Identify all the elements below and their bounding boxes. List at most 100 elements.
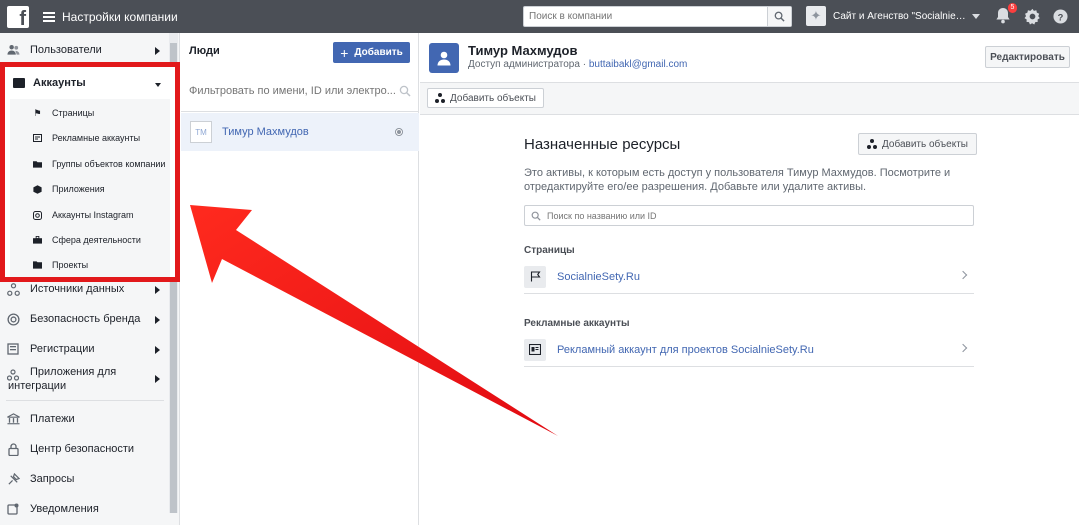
user-avatar-icon bbox=[429, 43, 459, 73]
sidebar-item-notifications[interactable]: Уведомления bbox=[6, 499, 99, 519]
chevron-right-icon bbox=[958, 270, 968, 280]
assets-icon bbox=[867, 139, 877, 149]
add-objects-label: Добавить объекты bbox=[882, 138, 968, 150]
person-list-item[interactable]: TM Тимур Махмудов bbox=[181, 113, 419, 151]
instagram-icon bbox=[33, 210, 42, 220]
detail-toolbar: Добавить объекты bbox=[420, 83, 1079, 115]
requests-icon bbox=[6, 472, 20, 486]
person-role: Доступ администратора bbox=[468, 59, 580, 70]
sidebar-item-payments[interactable]: Платежи bbox=[6, 409, 75, 429]
search-icon bbox=[531, 211, 541, 221]
search-button[interactable] bbox=[767, 7, 791, 26]
chevron-right-icon bbox=[155, 316, 160, 324]
notifications-button[interactable]: 5 bbox=[995, 3, 1017, 25]
sidebar-divider bbox=[6, 400, 164, 401]
people-column: Люди + Добавить TM Тимур Махмудов bbox=[181, 33, 419, 525]
ad-accounts-group-title: Рекламные аккаунты bbox=[524, 318, 630, 329]
sidebar-subitem-asset-groups[interactable]: Группы объектов компании bbox=[33, 156, 165, 172]
sidebar-item-label-continued: интеграции bbox=[8, 380, 67, 392]
sidebar-item-label: Пользователи bbox=[30, 44, 102, 56]
facebook-logo-icon[interactable]: f bbox=[7, 5, 29, 30]
resource-name: SocialnieSety.Ru bbox=[557, 270, 640, 283]
sidebar-item-brand-safety[interactable]: Безопасность бренда bbox=[6, 309, 140, 329]
project-folder-icon bbox=[33, 261, 42, 270]
sidebar-item-data-sources[interactable]: Источники данных bbox=[6, 279, 124, 299]
company-search[interactable] bbox=[523, 6, 792, 27]
section-title: Назначенные ресурсы bbox=[524, 136, 681, 153]
sidebar-item-label: Центр безопасности bbox=[30, 443, 135, 455]
person-title: Тимур Махмудов bbox=[468, 43, 578, 58]
edit-button[interactable]: Редактировать bbox=[985, 46, 1070, 68]
person-subtitle: Доступ администратора · buttaibakl@gmail… bbox=[468, 59, 687, 70]
chevron-right-icon bbox=[958, 343, 968, 353]
briefcase-icon bbox=[13, 78, 25, 88]
resource-search[interactable] bbox=[524, 205, 974, 226]
sidebar-subitem-pages[interactable]: ⚑ Страницы bbox=[33, 105, 94, 121]
sidebar-subitem-instagram[interactable]: Аккаунты Instagram bbox=[33, 207, 134, 223]
registrations-icon bbox=[6, 342, 20, 356]
gear-icon[interactable] bbox=[1023, 7, 1041, 25]
sidebar-subitem-label: Страницы bbox=[52, 108, 95, 118]
sidebar-subitem-projects[interactable]: Проекты bbox=[33, 257, 88, 273]
separator-dot: · bbox=[579, 59, 589, 70]
chevron-right-icon bbox=[155, 47, 160, 55]
resource-row-page[interactable]: SocialnieSety.Ru bbox=[524, 260, 974, 294]
help-icon[interactable]: ? bbox=[1051, 7, 1069, 25]
sidebar-subitem-apps[interactable]: Приложения bbox=[33, 181, 105, 197]
sidebar-subitem-label: Сфера деятельности bbox=[52, 235, 141, 245]
sidebar-item-security-center[interactable]: Центр безопасности bbox=[6, 439, 134, 459]
chevron-down-icon bbox=[155, 83, 161, 87]
flag-icon: ⚑ bbox=[33, 107, 42, 118]
briefcase-icon bbox=[33, 236, 42, 245]
svg-text:?: ? bbox=[1057, 12, 1063, 22]
people-filter-input[interactable] bbox=[189, 85, 399, 97]
sidebar-item-label: Запросы bbox=[30, 473, 75, 485]
sidebar-subitem-ad-accounts[interactable]: Рекламные аккаунты bbox=[33, 130, 140, 146]
company-name: Сайт и Агенство "Socialnie… bbox=[833, 10, 966, 22]
sidebar-subitem-lines-of-business[interactable]: Сфера деятельности bbox=[33, 232, 141, 248]
person-detail-panel: Тимур Махмудов Доступ администратора · b… bbox=[420, 33, 1079, 525]
sidebar-item-registrations[interactable]: Регистрации bbox=[6, 339, 95, 359]
status-indicator-icon bbox=[395, 128, 403, 136]
add-person-label: Добавить bbox=[354, 47, 403, 58]
sidebar-item-label: Уведомления bbox=[30, 503, 99, 515]
pages-group-title: Страницы bbox=[524, 245, 575, 256]
sidebar-item-label: Платежи bbox=[30, 413, 75, 425]
folder-icon bbox=[33, 160, 42, 169]
company-switcher[interactable]: ✦ Сайт и Агенство "Socialnie… bbox=[806, 6, 980, 26]
data-sources-icon bbox=[6, 282, 20, 296]
chevron-right-icon bbox=[155, 375, 160, 383]
add-objects-button[interactable]: Добавить объекты bbox=[427, 88, 544, 108]
people-title: Люди bbox=[189, 45, 220, 57]
resource-name: Рекламный аккаунт для проектов Socialnie… bbox=[557, 343, 814, 356]
payments-icon bbox=[6, 412, 20, 426]
add-objects-button-secondary[interactable]: Добавить объекты bbox=[858, 133, 977, 155]
lock-icon bbox=[6, 442, 20, 456]
chevron-right-icon bbox=[155, 286, 160, 294]
sidebar-item-label: Источники данных bbox=[30, 283, 125, 295]
ad-account-icon bbox=[524, 338, 546, 361]
sidebar-item-label: Приложения для bbox=[30, 366, 117, 378]
person-header: Тимур Махмудов Доступ администратора · b… bbox=[420, 33, 1079, 83]
sidebar-subitem-label: Рекламные аккаунты bbox=[52, 133, 141, 143]
people-filter[interactable] bbox=[189, 80, 411, 102]
company-search-input[interactable] bbox=[524, 7, 767, 26]
person-email: buttaibakl@gmail.com bbox=[588, 59, 688, 70]
resource-search-input[interactable] bbox=[547, 210, 973, 221]
top-bar: f Настройки компании ✦ Сайт и Агенство "… bbox=[0, 0, 1079, 33]
menu-icon[interactable] bbox=[43, 11, 55, 22]
company-logo-icon: ✦ bbox=[806, 6, 826, 26]
sidebar-item-requests[interactable]: Запросы bbox=[6, 469, 74, 489]
chevron-down-icon bbox=[971, 13, 980, 19]
resource-row-ad-account[interactable]: Рекламный аккаунт для проектов Socialnie… bbox=[524, 333, 974, 367]
search-icon bbox=[774, 11, 785, 22]
sidebar-item-users[interactable]: Пользователи bbox=[6, 40, 102, 60]
sidebar-subitem-label: Аккаунты Instagram bbox=[52, 210, 134, 220]
accounts-highlight-frame: Аккаунты ⚑ Страницы Рекламные аккаунты Г… bbox=[0, 62, 180, 282]
add-person-button[interactable]: + Добавить bbox=[333, 42, 410, 63]
sidebar-item-accounts[interactable]: Аккаунты bbox=[13, 77, 86, 89]
flag-icon bbox=[524, 265, 546, 288]
plus-icon: + bbox=[340, 44, 349, 61]
add-objects-label: Добавить объекты bbox=[450, 92, 536, 104]
notification-badge: 5 bbox=[1008, 3, 1017, 13]
